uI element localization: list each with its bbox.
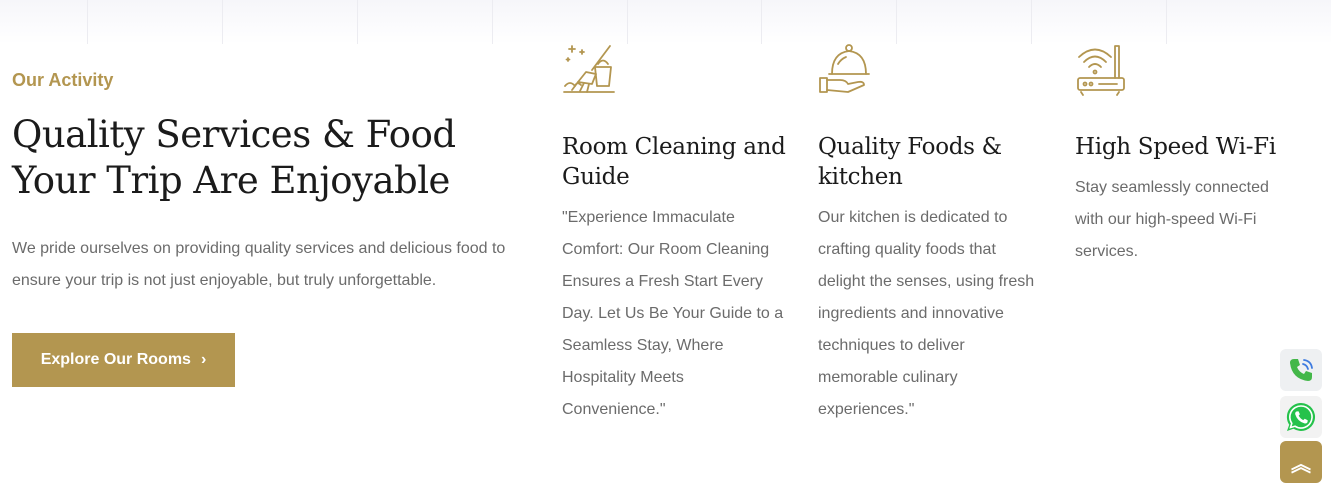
divider (87, 0, 88, 44)
divider (761, 0, 762, 44)
divider (222, 0, 223, 44)
whatsapp-button[interactable] (1280, 396, 1322, 438)
cleaning-icon (563, 45, 615, 93)
wifi-router-icon (1077, 45, 1125, 96)
feature-card-quality-foods: Quality Foods & kitchen Our kitchen is d… (818, 42, 1043, 426)
feature-card-room-cleaning: Room Cleaning and Guide "Experience Imma… (562, 42, 787, 426)
feature-text: "Experience Immaculate Comfort: Our Room… (562, 209, 784, 418)
feature-title: Room Cleaning and Guide (562, 134, 786, 190)
feature-title: Quality Foods & kitchen (818, 134, 1002, 190)
divider (357, 0, 358, 44)
food-cloche-icon (819, 44, 870, 93)
divider (1166, 0, 1167, 44)
divider (627, 0, 628, 44)
feature-text: Stay seamlessly connected with our high-… (1075, 179, 1269, 260)
section-title: Quality Services & Food Your Trip Are En… (12, 113, 456, 202)
scroll-to-top-button[interactable]: ︽ (1280, 441, 1322, 483)
feature-title: High Speed Wi-Fi (1075, 134, 1276, 160)
feature-text: Our kitchen is dedicated to crafting qua… (818, 209, 1035, 418)
feature-card-wifi: High Speed Wi-Fi Stay seamlessly connect… (1075, 42, 1300, 268)
section-eyebrow: Our Activity (12, 70, 114, 90)
divider (896, 0, 897, 44)
section-description: We pride ourselves on providing quality … (12, 240, 506, 289)
top-decorative-strip (0, 0, 1331, 44)
divider (1031, 0, 1032, 44)
chevron-right-icon: › (200, 351, 207, 368)
whatsapp-icon (1286, 402, 1316, 431)
double-chevron-up-icon: ︽ (1291, 453, 1311, 476)
explore-rooms-button[interactable]: Explore Our Rooms › (12, 333, 235, 387)
explore-rooms-label: Explore Our Rooms (40, 351, 191, 368)
phone-call-button[interactable] (1280, 349, 1322, 391)
divider (492, 0, 493, 44)
phone-icon (1290, 359, 1313, 381)
